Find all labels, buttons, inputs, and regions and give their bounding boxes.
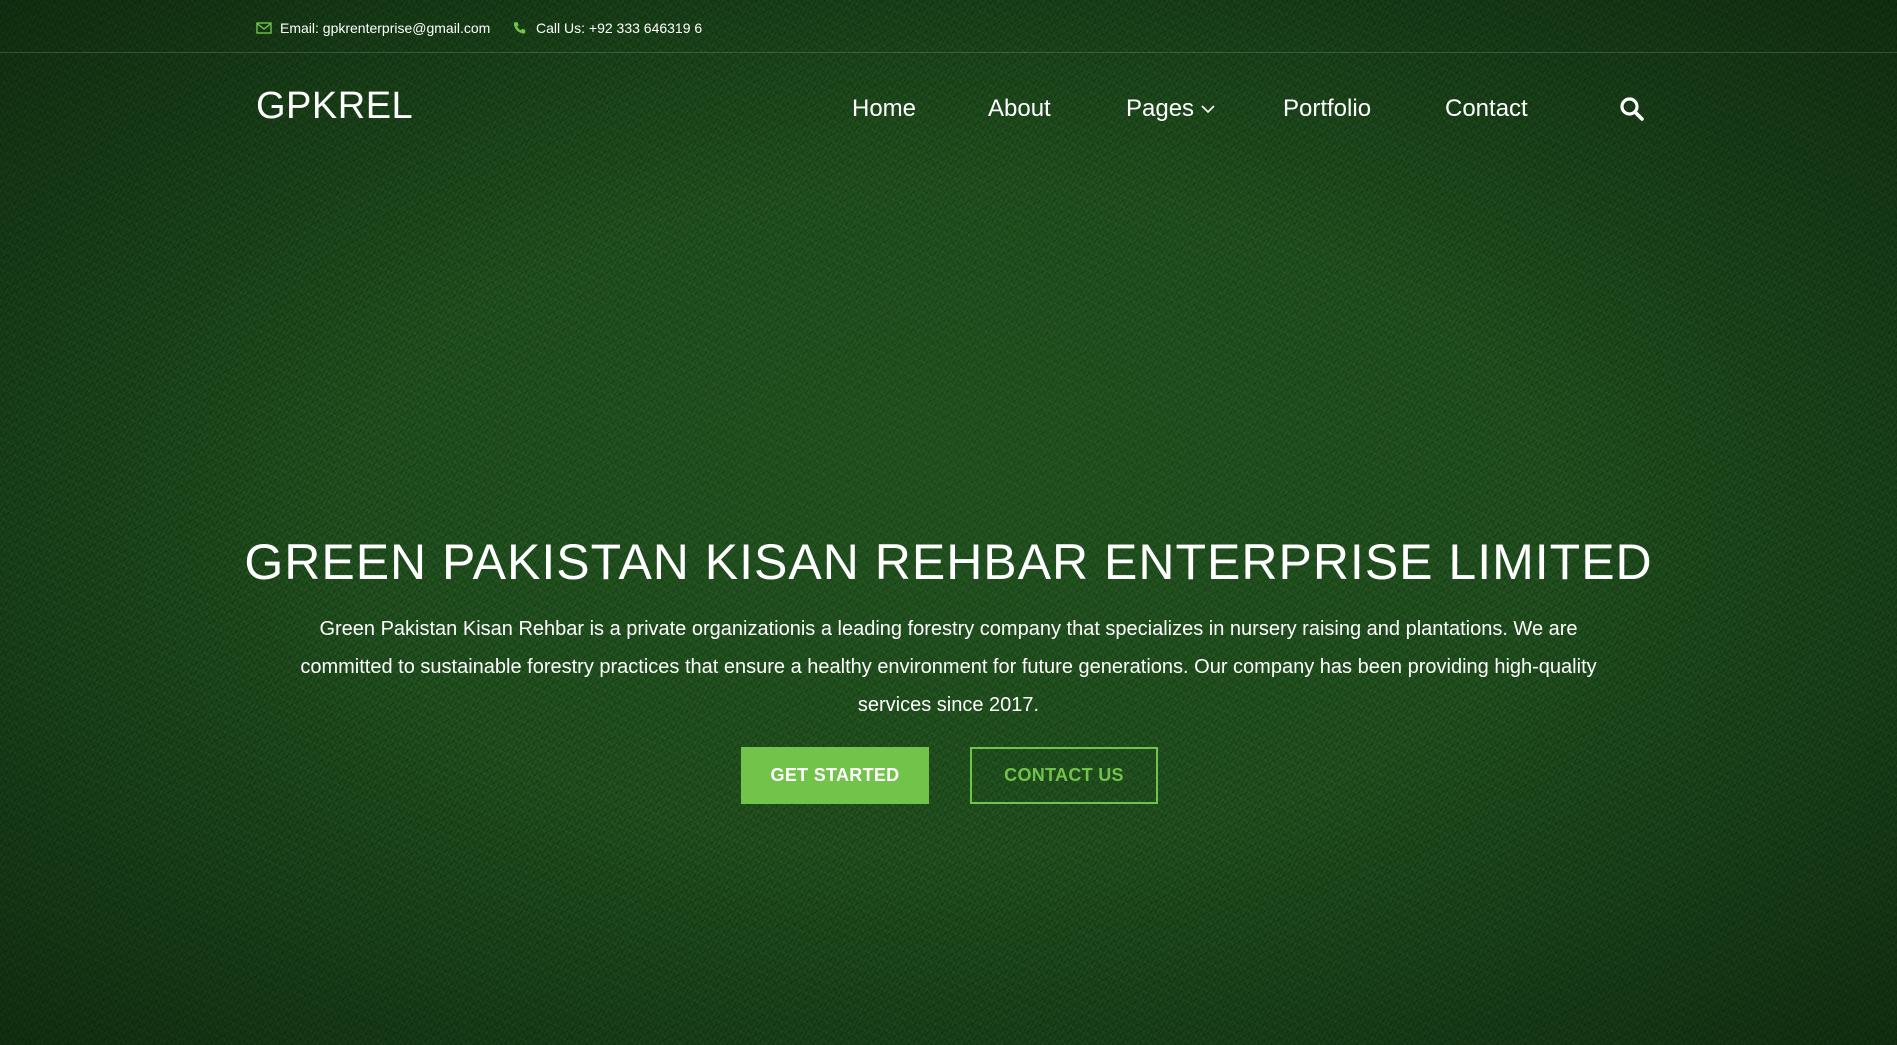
contact-us-button[interactable]: CONTACT US [970,747,1158,804]
nav-item-about[interactable]: About [988,90,1051,128]
topbar-email-text: Email: gpkrenterprise@gmail.com [280,20,491,36]
get-started-button[interactable]: GET STARTED [741,747,929,804]
chevron-down-icon [1200,104,1216,114]
nav-item-home[interactable]: Home [852,90,916,128]
envelope-icon [256,21,272,35]
topbar-email[interactable]: Email: gpkrenterprise@gmail.com [256,18,490,38]
nav-item-contact[interactable]: Contact [1445,90,1528,128]
hero-background [0,0,1897,1045]
topbar-phone[interactable]: Call Us: +92 333 646319 6 [512,18,702,38]
nav-item-pages[interactable]: Pages [1126,90,1216,128]
phone-icon [512,21,528,35]
search-icon[interactable] [1619,96,1645,122]
nav-item-pages-label: Pages [1126,95,1195,122]
hero-title: GREEN PAKISTAN KISAN REHBAR ENTERPRISE L… [244,534,1653,590]
site-logo[interactable]: GPKREL [256,82,413,130]
topbar-phone-text: Call Us: +92 333 646319 6 [536,20,703,36]
hero-description: Green Pakistan Kisan Rehbar is a private… [300,618,1597,716]
topbar: Email: gpkrenterprise@gmail.com Call Us:… [0,0,1897,53]
nav-item-portfolio[interactable]: Portfolio [1283,90,1371,128]
